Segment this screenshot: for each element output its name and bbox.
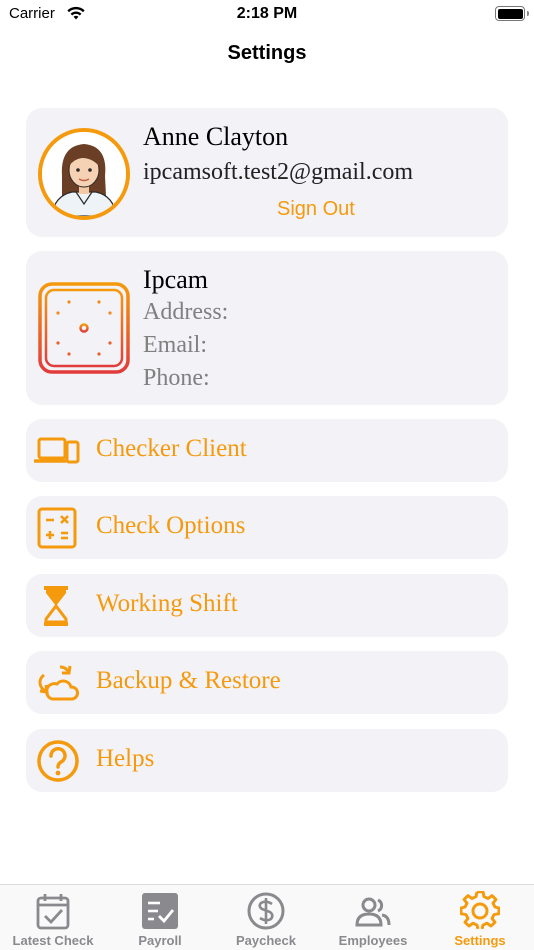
avatar-portrait-icon xyxy=(42,132,126,216)
menu-item-helps[interactable]: Helps xyxy=(26,729,508,792)
profile-email: ipcamsoft.test2@gmail.com xyxy=(143,159,414,185)
menu-item-checker-client[interactable]: Checker Client xyxy=(26,419,508,482)
menu-item-label: Working Shift xyxy=(96,590,238,617)
menu-item-label: Check Options xyxy=(96,512,246,539)
sign-out-button[interactable]: Sign Out xyxy=(277,198,355,221)
tab-label: Employees xyxy=(338,933,408,948)
battery-icon xyxy=(495,6,529,21)
tab-settings[interactable]: Settings xyxy=(427,885,533,950)
profile-card: Anne Clayton ipcamsoft.test2@gmail.com S… xyxy=(26,108,508,237)
tab-bar: Latest Check Payroll Paycheck Employees xyxy=(0,884,534,950)
tab-paycheck[interactable]: Paycheck xyxy=(213,885,319,950)
tab-employees[interactable]: Employees xyxy=(320,885,426,950)
company-email-label: Email: xyxy=(143,332,207,358)
menu-item-label: Backup & Restore xyxy=(96,667,281,694)
clipboard-check-icon xyxy=(142,893,178,929)
people-icon xyxy=(355,897,391,927)
menu-item-backup-restore[interactable]: Backup & Restore xyxy=(26,651,508,714)
company-address-label: Address: xyxy=(143,299,229,325)
company-name: Ipcam xyxy=(143,265,208,294)
calculator-icon xyxy=(37,507,77,549)
gear-icon xyxy=(460,891,500,930)
profile-name: Anne Clayton xyxy=(143,122,289,151)
page-title: Settings xyxy=(227,42,307,64)
menu-item-working-shift[interactable]: Working Shift xyxy=(26,574,508,637)
menu-item-check-options[interactable]: Check Options xyxy=(26,496,508,559)
cloud-sync-icon xyxy=(38,665,79,701)
help-circle-icon xyxy=(37,740,79,782)
menu-item-label: Helps xyxy=(96,745,155,772)
tab-label: Paycheck xyxy=(236,933,296,948)
status-time: 2:18 PM xyxy=(236,5,298,22)
tab-label: Payroll xyxy=(138,933,182,948)
calendar-check-icon xyxy=(36,894,70,930)
menu-item-label: Checker Client xyxy=(96,435,247,462)
status-bar: Carrier 2:18 PM xyxy=(0,0,534,30)
dollar-circle-icon xyxy=(247,892,285,930)
hourglass-icon xyxy=(44,586,68,626)
clock-icon xyxy=(38,282,130,374)
tab-payroll[interactable]: Payroll xyxy=(107,885,213,950)
tab-label: Latest Check xyxy=(12,933,94,948)
company-phone-label: Phone: xyxy=(143,365,210,391)
tab-latest-check[interactable]: Latest Check xyxy=(0,885,106,950)
devices-icon xyxy=(34,437,80,464)
avatar[interactable] xyxy=(38,128,130,220)
company-card[interactable]: Ipcam Address: Email: Phone: xyxy=(26,251,508,405)
tab-label: Settings xyxy=(454,933,506,948)
